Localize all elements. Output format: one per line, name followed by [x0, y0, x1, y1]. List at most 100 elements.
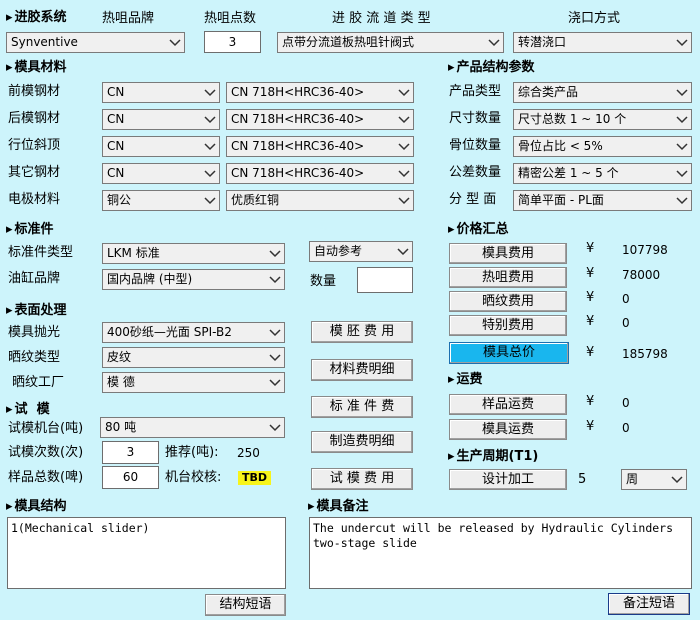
chevron-down-icon [398, 170, 410, 178]
texture-type-label: 晒纹类型 [8, 350, 61, 365]
front-mold-steel-grade-select[interactable]: CN 718H<HRC36-40> [226, 82, 414, 103]
standard-type-label: 标准件类型 [8, 245, 74, 260]
chevron-down-icon [676, 197, 688, 205]
mold-structure-textarea[interactable]: 1(Mechanical slider) [7, 517, 286, 589]
mold-remarks-textarea[interactable]: The undercut will be released by Hydraul… [309, 517, 692, 589]
chevron-down-icon [204, 89, 216, 97]
chevron-down-icon [204, 197, 216, 205]
chevron-down-icon [169, 39, 181, 47]
currency-symbol: ¥ [586, 241, 595, 256]
rib-count-label: 骨位数量 [449, 138, 502, 153]
standard-part-cost-button[interactable]: 标 准 件 费 [311, 396, 413, 418]
standard-type-select[interactable]: LKM 标准 [102, 243, 285, 264]
design-processing-button[interactable]: 设计加工 [449, 469, 567, 490]
select-value: 模 德 [107, 375, 135, 389]
hot-runner-brand-label: 热咀品牌 [102, 11, 155, 26]
other-steel-origin-select[interactable]: CN [102, 163, 220, 184]
recommend-tonnage-label: 推荐(吨): [165, 445, 219, 460]
section-structure-title: ▸ 模具结构 [6, 499, 67, 514]
dimension-count-select[interactable]: 尺寸总数 1 ~ 10 个 [513, 109, 692, 130]
section-materials-title: ▸ 模具材料 [6, 60, 67, 75]
machine-check-badge: TBD [238, 471, 272, 485]
select-value: 400砂纸—光面 SPI-B2 [107, 325, 232, 339]
mold-blank-cost-button[interactable]: 模 胚 费 用 [311, 321, 413, 343]
select-value: 精密公差 1 ~ 5 个 [518, 166, 619, 180]
texture-cost-value: 0 [622, 292, 630, 306]
chevron-down-icon [398, 143, 410, 151]
trial-times-input[interactable]: 3 [102, 441, 159, 464]
parting-surface-select[interactable]: 简单平面 - PL面 [513, 190, 692, 211]
slider-lifter-grade-select[interactable]: CN 718H<HRC36-40> [226, 136, 414, 157]
front-mold-steel-origin-select[interactable]: CN [102, 82, 220, 103]
hot-runner-cost-button[interactable]: 热咀费用 [449, 267, 567, 288]
trial-machine-select[interactable]: 80 吨 [100, 417, 285, 438]
auto-reference-select[interactable]: 自动参考 [309, 241, 413, 262]
runner-type-value: 点带分流道板热咀针阀式 [282, 35, 415, 49]
back-mold-steel-origin-select[interactable]: CN [102, 109, 220, 130]
chevron-down-icon [671, 476, 683, 484]
hot-runner-points-input[interactable]: 3 [204, 31, 261, 53]
mold-cost-button[interactable]: 模具费用 [449, 243, 567, 264]
texture-factory-select[interactable]: 模 德 [102, 372, 285, 393]
tolerance-count-label: 公差数量 [449, 165, 502, 180]
select-value: 自动参考 [314, 244, 363, 258]
sample-total-input[interactable]: 60 [102, 466, 159, 489]
back-mold-steel-label: 后模钢材 [8, 111, 61, 126]
texture-cost-button[interactable]: 晒纹费用 [449, 291, 567, 312]
other-steel-label: 其它钢材 [8, 165, 61, 180]
electrode-origin-select[interactable]: 铜公 [102, 190, 220, 211]
material-cost-detail-button[interactable]: 材料费明细 [311, 359, 413, 381]
select-value: CN [107, 85, 125, 99]
manufacture-cost-detail-button[interactable]: 制造费明细 [311, 431, 413, 453]
chevron-down-icon [676, 39, 688, 47]
chevron-down-icon [269, 276, 281, 284]
chevron-down-icon [676, 116, 688, 124]
currency-symbol: ¥ [586, 345, 595, 360]
select-value: 皮纹 [107, 350, 132, 364]
dimension-count-label: 尺寸数量 [449, 111, 502, 126]
mold-freight-button[interactable]: 模具运费 [449, 419, 567, 440]
rib-count-select[interactable]: 骨位占比 < 5% [513, 136, 692, 157]
chevron-down-icon [676, 89, 688, 97]
texture-type-select[interactable]: 皮纹 [102, 347, 285, 368]
special-cost-button[interactable]: 特别费用 [449, 315, 567, 336]
select-value: 周 [626, 472, 639, 486]
cylinder-brand-label: 油缸品牌 [8, 271, 61, 286]
chevron-down-icon [488, 39, 500, 47]
section-remarks-title: ▸ 模具备注 [308, 499, 369, 514]
design-processing-value: 5 [578, 472, 587, 487]
select-value: 综合类产品 [518, 85, 579, 99]
other-steel-grade-select[interactable]: CN 718H<HRC36-40> [226, 163, 414, 184]
chevron-down-icon [269, 379, 281, 387]
hot-runner-cost-value: 78000 [622, 268, 661, 282]
runner-type-select[interactable]: 点带分流道板热咀针阀式 [277, 32, 504, 53]
mold-polish-select[interactable]: 400砂纸—光面 SPI-B2 [102, 322, 285, 343]
product-type-select[interactable]: 综合类产品 [513, 82, 692, 103]
select-value: CN [107, 139, 125, 153]
trial-cost-button[interactable]: 试 模 费 用 [311, 468, 413, 490]
section-product-title: ▸ 产品结构参数 [448, 60, 535, 75]
hot-runner-brand-select[interactable]: Synventive [6, 32, 185, 53]
structure-phrase-button[interactable]: 结构短语 [205, 594, 286, 616]
hot-runner-points-label: 热咀点数 [204, 11, 257, 26]
section-trial-title: ▸ 试 模 [6, 402, 50, 417]
remarks-phrase-button[interactable]: 备注短语 [608, 593, 690, 615]
quantity-input[interactable] [357, 267, 413, 293]
electrode-grade-select[interactable]: 优质红铜 [226, 190, 414, 211]
tolerance-count-select[interactable]: 精密公差 1 ~ 5 个 [513, 163, 692, 184]
mold-total-price-button[interactable]: 模具总价 [449, 342, 569, 364]
chevron-down-icon [676, 170, 688, 178]
sample-freight-value: 0 [622, 396, 630, 410]
sample-freight-button[interactable]: 样品运费 [449, 394, 567, 415]
select-value: 简单平面 - PL面 [518, 193, 604, 207]
section-surface-title: ▸ 表面处理 [6, 303, 67, 318]
slider-lifter-origin-select[interactable]: CN [102, 136, 220, 157]
section-price-title: ▸ 价格汇总 [448, 222, 509, 237]
gate-method-select[interactable]: 转潜浇口 [513, 32, 692, 53]
cycle-unit-select[interactable]: 周 [621, 469, 687, 490]
cylinder-brand-select[interactable]: 国内品牌 (中型) [102, 269, 285, 290]
chevron-down-icon [269, 354, 281, 362]
back-mold-steel-grade-select[interactable]: CN 718H<HRC36-40> [226, 109, 414, 130]
mold-freight-value: 0 [622, 421, 630, 435]
parting-surface-label: 分 型 面 [449, 192, 497, 207]
